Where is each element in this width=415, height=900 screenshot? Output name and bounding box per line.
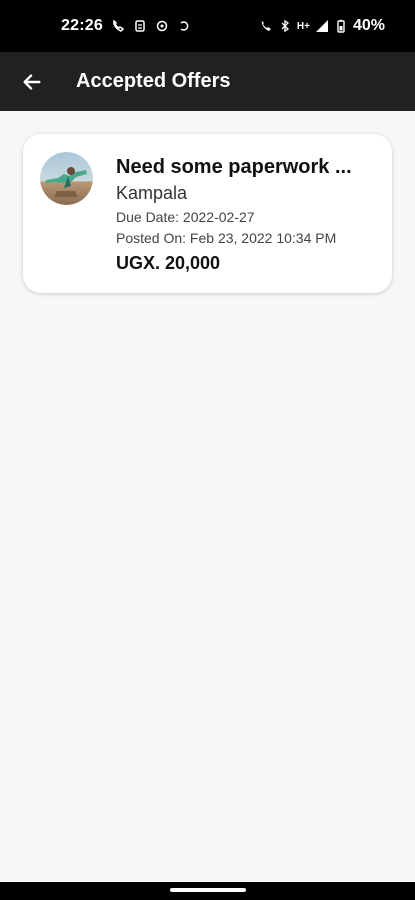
app-bar: Accepted Offers xyxy=(0,52,415,111)
status-right: H+ 40% xyxy=(259,17,385,35)
back-button[interactable] xyxy=(18,68,46,96)
page-title: Accepted Offers xyxy=(76,70,231,92)
status-bar: 22:26 H+ 40% xyxy=(0,0,415,52)
bluetooth-icon xyxy=(278,19,292,33)
status-time: 22:26 xyxy=(61,17,103,34)
offer-price: UGX. 20,000 xyxy=(116,253,221,273)
sync-icon xyxy=(177,19,191,33)
offer-location: Kampala xyxy=(116,183,188,203)
offer-details: Need some paperwork ... Kampala Due Date… xyxy=(116,154,378,276)
system-nav-bar xyxy=(0,882,415,900)
status-left: 22:26 xyxy=(61,17,191,35)
call-forward-icon xyxy=(111,19,125,33)
avatar xyxy=(40,152,93,205)
mail-icon xyxy=(155,19,169,33)
battery-icon xyxy=(334,19,348,33)
offer-title: Need some paperwork ... xyxy=(116,156,352,178)
sim-status-icon xyxy=(133,19,147,33)
home-gesture-handle[interactable] xyxy=(170,888,246,892)
signal-icon xyxy=(315,19,329,33)
offer-card[interactable]: Need some paperwork ... Kampala Due Date… xyxy=(23,134,392,293)
network-type-label: H+ xyxy=(296,20,310,32)
offer-posted-on: Posted On: Feb 23, 2022 10:34 PM xyxy=(116,230,337,246)
arrow-left-icon xyxy=(23,73,41,90)
offer-due-date: Due Date: 2022-02-27 xyxy=(116,209,255,225)
battery-percent: 40% xyxy=(352,17,385,34)
call-icon xyxy=(259,19,273,33)
